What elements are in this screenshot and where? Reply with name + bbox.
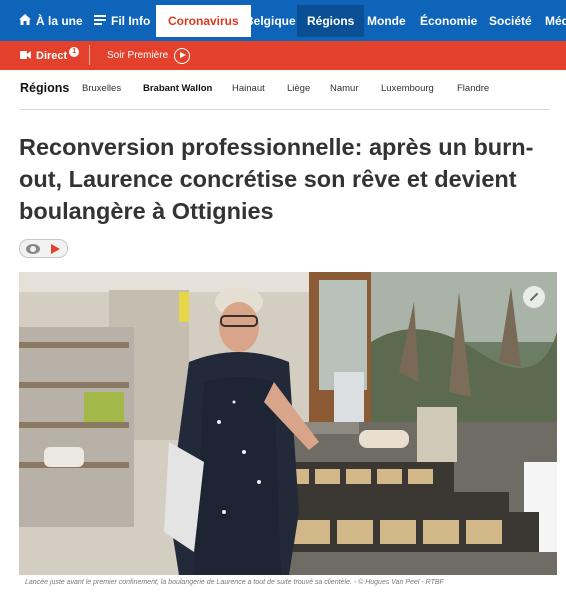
subnav-item-hainaut[interactable]: Hainaut (232, 83, 265, 94)
expand-image-icon[interactable] (523, 286, 545, 308)
nav-item-monde[interactable]: Monde (367, 0, 406, 41)
subnav-item-namur[interactable]: Namur (330, 83, 359, 94)
nav-label: Économie (420, 13, 478, 28)
nav-item-regions[interactable]: Régions (297, 5, 365, 37)
subnav-item-liege[interactable]: Liège (287, 83, 310, 94)
radio-live-button[interactable]: Soir Première (107, 41, 191, 70)
nav-label: Belgique (245, 13, 296, 28)
photo-caption: Lancée juste avant le premier confinemen… (25, 579, 444, 586)
direct-label: Direct (36, 49, 68, 62)
nav-item-a-la-une[interactable]: À la une (19, 0, 83, 41)
subnav-item-bruxelles[interactable]: Bruxelles (82, 83, 121, 94)
regions-subnav: Régions Bruxelles Brabant Wallon Hainaut… (20, 70, 550, 110)
nav-label: À la une (36, 13, 83, 28)
subnav-item-luxembourg[interactable]: Luxembourg (381, 83, 434, 94)
subnav-item-brabant-wallon[interactable]: Brabant Wallon (143, 83, 212, 94)
nav-label: Fil Info (111, 13, 151, 28)
nav-item-economie[interactable]: Économie (420, 0, 477, 41)
nav-item-belgique[interactable]: Belgique (245, 0, 296, 41)
direct-button[interactable]: Direct 1 (20, 41, 80, 70)
main-nav: À la une Fil Info Coronavirus Belgique R… (0, 0, 566, 41)
listen-controls[interactable] (19, 239, 68, 258)
list-icon (94, 14, 106, 28)
nav-item-fil-info[interactable]: Fil Info (94, 0, 150, 41)
nav-item-societe[interactable]: Société (489, 0, 532, 41)
home-icon (19, 13, 31, 28)
video-camera-icon (20, 50, 31, 62)
eye-icon[interactable] (26, 244, 40, 254)
bakery-photo (19, 272, 557, 575)
radio-label: Soir Première (107, 50, 169, 61)
subnav-item-flandre[interactable]: Flandre (457, 83, 489, 94)
nav-label: Société (489, 13, 532, 28)
article-photo (19, 272, 557, 575)
nav-label: Coronavirus (168, 14, 239, 28)
nav-label: Régions (307, 14, 355, 28)
nav-label: Monde (367, 13, 406, 28)
nav-item-medias[interactable]: Méd (545, 0, 566, 41)
direct-count-badge: 1 (69, 46, 80, 57)
nav-item-coronavirus[interactable]: Coronavirus (156, 5, 251, 37)
play-icon (174, 47, 191, 64)
nav-label: Méd (545, 13, 566, 28)
article-headline: Reconversion professionnelle: après un b… (19, 134, 534, 224)
divider (89, 45, 90, 65)
subnav-title: Régions (20, 81, 70, 95)
live-bar: Direct 1 Soir Première (0, 41, 566, 70)
play-icon[interactable] (51, 244, 60, 254)
